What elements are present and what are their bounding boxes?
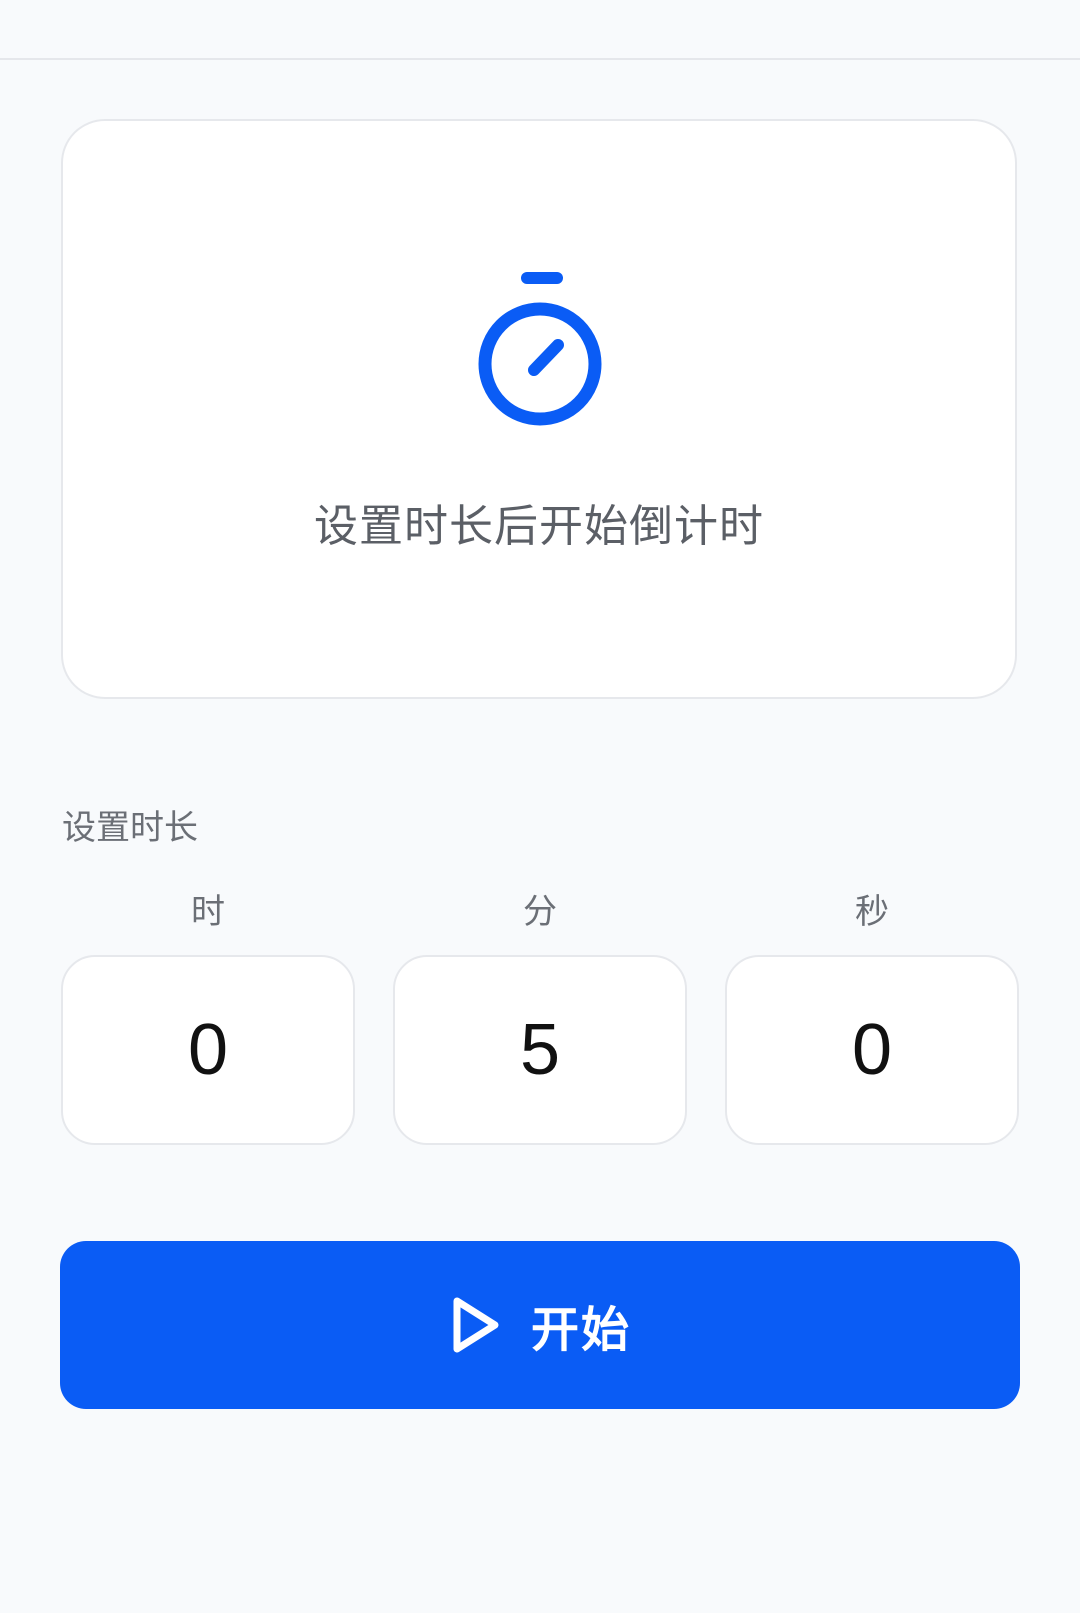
countdown-status-message: 设置时长后开始倒计时	[314, 501, 764, 552]
hours-input[interactable]: 0	[61, 955, 355, 1145]
seconds-unit-label: 秒	[855, 892, 889, 932]
play-icon	[453, 1297, 499, 1353]
minutes-unit-label: 分	[523, 892, 557, 932]
hours-unit-label: 时	[191, 892, 225, 932]
duration-section-label: 设置时长	[62, 808, 198, 848]
top-bar	[0, 0, 1080, 60]
seconds-input[interactable]: 0	[725, 955, 1019, 1145]
stopwatch-icon	[478, 272, 602, 426]
start-button[interactable]: 开始	[60, 1241, 1020, 1409]
start-button-label: 开始	[530, 1302, 631, 1358]
minutes-input[interactable]: 5	[393, 955, 687, 1145]
